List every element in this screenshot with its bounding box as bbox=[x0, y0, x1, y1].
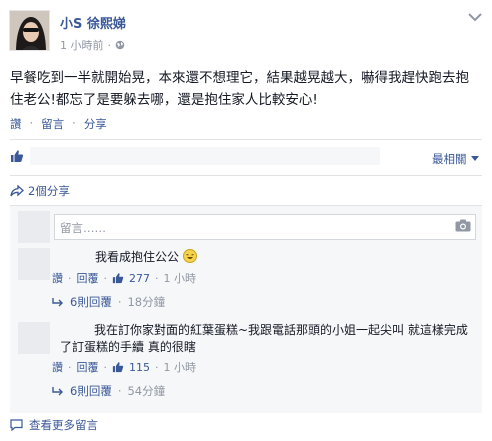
divider bbox=[10, 175, 482, 176]
my-avatar bbox=[18, 211, 50, 243]
meta-separator: · bbox=[107, 38, 112, 52]
post-text: 早餐吃到一半就開始晃，本來還不想理它，結果越晃越大，嚇得我趕快跑去抱住老公!都忘… bbox=[10, 70, 469, 108]
top-comments-dropdown[interactable]: 最相關 bbox=[432, 151, 479, 167]
view-replies-link[interactable]: 6則回覆 · 54分鐘 bbox=[52, 383, 165, 399]
comment-body: 我看成抱住公公 bbox=[95, 250, 180, 264]
comment-bubble-icon bbox=[10, 419, 23, 431]
author-avatar[interactable] bbox=[9, 10, 50, 51]
laughing-emoji-icon bbox=[182, 249, 197, 263]
post-timestamp[interactable]: 1 小時前 bbox=[60, 37, 104, 53]
comment-time[interactable]: 1 小時 bbox=[164, 359, 197, 375]
comment-like-button[interactable]: 讚 bbox=[52, 359, 63, 375]
share-button[interactable]: 分享 bbox=[84, 116, 107, 132]
comment-reply-button[interactable]: 回覆 bbox=[77, 270, 99, 286]
separator: · bbox=[103, 360, 108, 374]
comment-text: 我看成抱住公公 bbox=[95, 249, 197, 266]
comment-actions: 讚 · 回覆 · 115 · 1 小時 bbox=[52, 359, 196, 375]
thumbs-up-icon[interactable] bbox=[10, 149, 24, 163]
separator: · bbox=[68, 360, 72, 374]
replies-count: 6則回覆 bbox=[70, 384, 112, 398]
action-separator: · bbox=[29, 116, 34, 130]
replies-time: 18分鐘 bbox=[127, 295, 166, 309]
separator: · bbox=[68, 271, 72, 285]
avatar-photo bbox=[10, 11, 49, 50]
comment-text: 我在訂你家對面的紅葉蛋糕~我跟電話那頭的小姐一起尖叫 就這樣完成了訂蛋糕的手續 … bbox=[60, 323, 468, 354]
comment-placeholder: 留言…… bbox=[60, 221, 106, 235]
divider bbox=[10, 139, 482, 140]
comment-like-count[interactable]: 277 bbox=[129, 272, 150, 285]
author-name[interactable]: 小S 徐熙娣 bbox=[60, 13, 126, 32]
comment-reply-button[interactable]: 回覆 bbox=[77, 359, 99, 375]
comment-like-count[interactable]: 115 bbox=[129, 361, 150, 374]
separator: · bbox=[103, 271, 108, 285]
commenter-avatar[interactable] bbox=[18, 248, 50, 280]
caret-down-icon bbox=[470, 156, 479, 161]
separator: · bbox=[155, 271, 159, 285]
reply-arrow-icon bbox=[52, 386, 63, 395]
shares-link[interactable]: 2個分享 bbox=[10, 183, 70, 199]
thumbs-up-icon bbox=[112, 273, 124, 284]
comment-actions: 讚 · 回覆 · 277 · 1 小時 bbox=[52, 270, 196, 286]
commenter-name[interactable] bbox=[60, 248, 88, 262]
action-separator: · bbox=[72, 116, 76, 130]
comment-like-button[interactable]: 讚 bbox=[52, 270, 63, 286]
separator: · bbox=[117, 295, 122, 309]
view-more-comments-link[interactable]: 查看更多留言 bbox=[10, 417, 98, 433]
separator: · bbox=[155, 360, 159, 374]
post-actions: 讚 · 留言 · 分享 bbox=[10, 116, 107, 132]
share-arrow-icon bbox=[10, 185, 24, 197]
replies-count: 6則回覆 bbox=[70, 295, 112, 309]
post-meta: 1 小時前 · bbox=[60, 37, 125, 53]
view-replies-link[interactable]: 6則回覆 · 18分鐘 bbox=[52, 294, 165, 310]
like-button[interactable]: 讚 bbox=[10, 116, 22, 132]
comment-input[interactable] bbox=[54, 214, 476, 240]
thumbs-up-icon bbox=[112, 362, 124, 373]
comment-time[interactable]: 1 小時 bbox=[164, 270, 197, 286]
comment-button[interactable]: 留言 bbox=[41, 116, 64, 132]
globe-icon[interactable] bbox=[115, 40, 125, 50]
replies-time: 54分鐘 bbox=[127, 384, 166, 398]
reply-arrow-icon bbox=[52, 297, 63, 306]
view-more-label: 查看更多留言 bbox=[29, 418, 98, 432]
like-summary-bar bbox=[30, 147, 380, 165]
shares-count: 2個分享 bbox=[28, 184, 70, 198]
separator: · bbox=[117, 384, 122, 398]
chevron-down-icon[interactable] bbox=[468, 12, 482, 22]
camera-icon[interactable] bbox=[455, 219, 471, 232]
commenter-avatar[interactable] bbox=[18, 322, 50, 354]
top-comments-label: 最相關 bbox=[432, 152, 467, 166]
